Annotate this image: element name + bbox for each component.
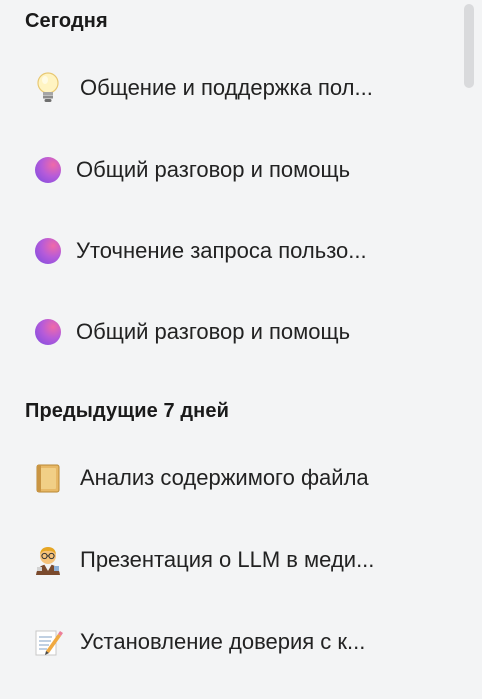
- chat-item-label: Общий разговор и помощь: [76, 319, 351, 344]
- gradient-orb-icon: [30, 314, 66, 350]
- gradient-orb-icon: [30, 233, 66, 269]
- section-title-previous-7-days: Предыдущие 7 дней: [25, 400, 229, 422]
- chat-item[interactable]: Анализ содержимого файла: [30, 448, 450, 508]
- chat-item-label: Общение и поддержка пол...: [80, 75, 373, 100]
- scrollbar-thumb[interactable]: [464, 4, 474, 88]
- chat-item-label: Уточнение запроса пользо...: [76, 238, 367, 263]
- chat-item[interactable]: Установление доверия с к...: [30, 612, 450, 672]
- scrollbar-track[interactable]: [464, 0, 474, 699]
- chat-item[interactable]: Презентация о LLM в меди...: [30, 530, 450, 590]
- chat-item[interactable]: Общий разговор и помощь: [30, 140, 450, 200]
- gradient-orb-icon: [30, 152, 66, 188]
- folder-icon: [30, 460, 66, 496]
- chat-item-label: Установление доверия с к...: [80, 629, 366, 654]
- chat-item-label: Презентация о LLM в меди...: [80, 547, 375, 572]
- chat-item-label: Общий разговор и помощь: [76, 157, 351, 182]
- memo-icon: [30, 624, 66, 660]
- scientist-icon: [30, 542, 66, 578]
- chat-item[interactable]: Общий разговор и помощь: [30, 302, 450, 362]
- chat-item-label: Анализ содержимого файла: [80, 465, 369, 490]
- chat-item[interactable]: Общение и поддержка пол...: [30, 58, 450, 118]
- chat-item[interactable]: Уточнение запроса пользо...: [30, 221, 450, 281]
- section-title-today: Сегодня: [25, 10, 108, 32]
- lightbulb-icon: [30, 70, 66, 106]
- chat-history-panel: Сегодня Общение и поддержка пол... Общий…: [0, 0, 482, 699]
